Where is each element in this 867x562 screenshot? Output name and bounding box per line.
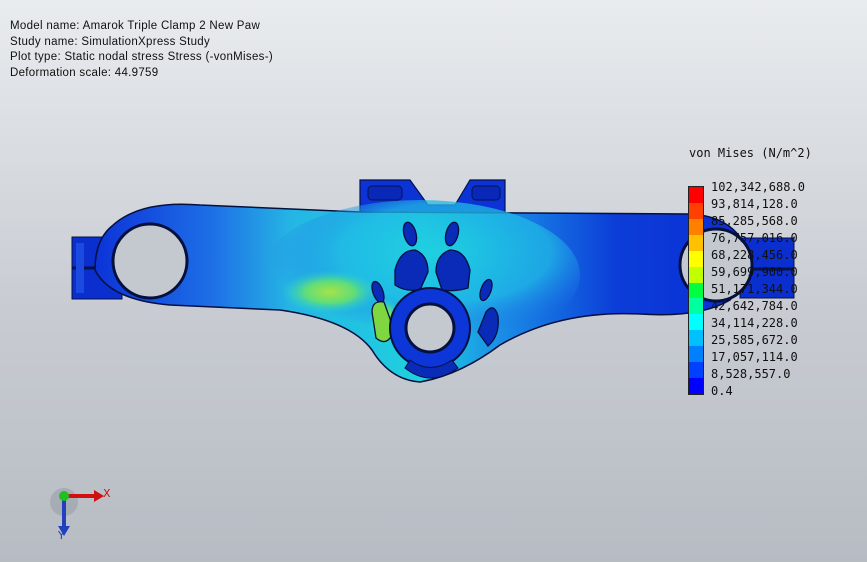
left-bore-hole <box>111 222 189 300</box>
legend-swatch <box>689 250 703 267</box>
legend-swatch <box>689 330 703 347</box>
legend-swatch <box>689 362 703 379</box>
legend-swatch <box>689 218 703 235</box>
triad-x-label: X <box>103 487 111 500</box>
legend-label: 0.4 <box>711 384 733 398</box>
legend-swatch <box>689 314 703 331</box>
legend-label: 85,285,568.0 <box>711 214 798 228</box>
legend-swatch <box>689 378 703 394</box>
legend-swatch <box>689 298 703 315</box>
legend-label: 25,585,672.0 <box>711 333 798 347</box>
legend-label: 93,814,128.0 <box>711 197 798 211</box>
legend-label: 42,642,784.0 <box>711 299 798 313</box>
legend-label: 68,228,456.0 <box>711 248 798 262</box>
legend-label: 34,114,228.0 <box>711 316 798 330</box>
legend-label: 17,057,114.0 <box>711 350 798 364</box>
center-stem-hole <box>404 302 456 354</box>
legend-title: von Mises (N/m^2) <box>689 146 812 160</box>
legend-label: 76,757,016.0 <box>711 231 798 245</box>
legend-swatch <box>689 346 703 363</box>
legend-label: 8,528,557.0 <box>711 367 791 381</box>
legend-label: 59,699,900.0 <box>711 265 798 279</box>
legend-label: 51,171,344.0 <box>711 282 798 296</box>
legend-color-bar <box>688 186 704 395</box>
graphics-viewport[interactable]: Model name: Amarok Triple Clamp 2 New Pa… <box>0 0 867 562</box>
legend-labels: 102,342,688.0 93,814,128.0 85,285,568.0 76,… <box>711 179 805 400</box>
legend-swatch <box>689 202 703 219</box>
legend-swatch <box>689 266 703 283</box>
legend-swatch <box>689 187 703 203</box>
legend-label: 102,342,688.0 <box>711 180 805 194</box>
legend-swatch <box>689 282 703 299</box>
legend-swatch <box>689 234 703 251</box>
triad-y-label: Y <box>58 529 65 542</box>
